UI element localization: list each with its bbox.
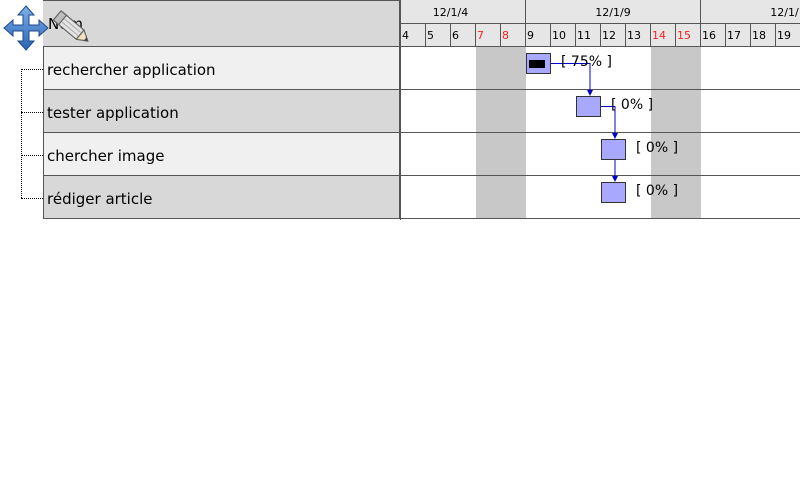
task-row[interactable]: rédiger article [43,176,400,219]
progress-label: [ 75% ] [561,54,612,70]
progress-fill [529,60,545,68]
progress-label: [ 0% ] [611,97,654,113]
tree-connector [21,69,43,70]
gantt-chart-view: Nom rechercher application tester applic… [0,0,800,480]
progress-label: [ 0% ] [636,183,679,199]
tree-connector [21,198,43,199]
task-row[interactable]: rechercher application [43,47,400,90]
gantt-timeline[interactable]: 12/1/412/1/912/1/14567891011121314151617… [400,0,800,220]
progress-label: [ 0% ] [636,140,679,156]
name-column-header[interactable]: Nom [43,0,400,47]
tree-connector [21,69,22,198]
task-name: chercher image [47,147,165,165]
task-name: tester application [47,104,179,122]
task-row[interactable]: tester application [43,90,400,133]
task-bar[interactable] [526,53,551,74]
move-arrows-icon[interactable] [3,5,49,51]
task-name: rédiger article [47,190,153,208]
tree-connector [21,112,43,113]
tree-connector [21,155,43,156]
task-name: rechercher application [47,61,216,79]
task-bar[interactable] [601,182,626,203]
pencil-icon[interactable] [47,4,95,50]
task-row[interactable]: chercher image [43,133,400,176]
task-bar[interactable] [576,96,601,117]
task-bar[interactable] [601,139,626,160]
